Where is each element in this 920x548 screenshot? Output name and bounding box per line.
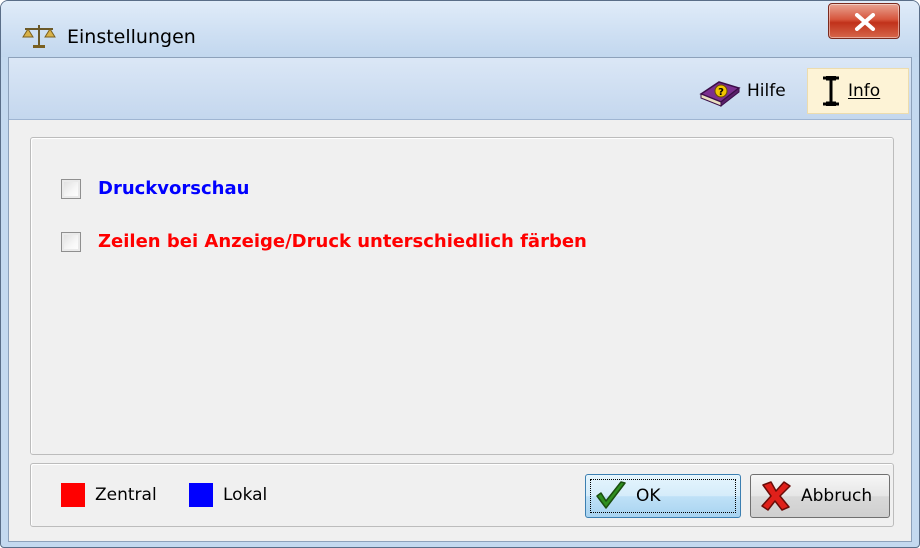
help-label: Hilfe — [747, 81, 786, 101]
close-button[interactable] — [828, 3, 900, 39]
ok-button[interactable]: OK — [585, 474, 741, 518]
cross-icon — [761, 481, 791, 511]
druckvorschau-label[interactable]: Druckvorschau — [98, 178, 249, 199]
focus-ring — [590, 479, 736, 513]
toolbar: ? Hilfe Info — [9, 58, 911, 120]
info-label: Info — [848, 81, 881, 101]
cancel-button[interactable]: Abbruch — [750, 474, 890, 518]
dialog-body: ? Hilfe Info Druckvorschau Zeilen bei An… — [8, 57, 912, 542]
cancel-label: Abbruch — [801, 486, 873, 506]
scales-icon — [21, 23, 57, 49]
druckvorschau-checkbox[interactable] — [61, 178, 81, 199]
svg-text:?: ? — [718, 87, 724, 98]
zeilen-faerben-label[interactable]: Zeilen bei Anzeige/Druck unterschiedlich… — [98, 231, 587, 252]
help-book-icon: ? — [699, 81, 741, 108]
info-button[interactable]: Info — [807, 68, 909, 114]
lokal-label: Lokal — [223, 485, 268, 505]
zentral-label: Zentral — [95, 485, 157, 505]
options-panel: Druckvorschau Zeilen bei Anzeige/Druck u… — [30, 137, 894, 455]
settings-window: Einstellungen ? Hilfe Info Druckvorschau… — [0, 0, 920, 548]
lokal-swatch — [189, 483, 213, 507]
cursor-info-icon — [823, 76, 839, 106]
footer-bar: Zentral Lokal OK Abbruch — [30, 463, 894, 527]
option-druckvorschau[interactable]: Druckvorschau — [61, 178, 249, 199]
option-zeilen-faerben[interactable]: Zeilen bei Anzeige/Druck unterschiedlich… — [61, 231, 587, 252]
help-button[interactable]: ? Hilfe — [697, 68, 805, 114]
close-icon — [855, 13, 875, 31]
zeilen-faerben-checkbox[interactable] — [61, 231, 81, 252]
legend-lokal: Lokal — [189, 483, 267, 507]
title-bar[interactable]: Einstellungen — [1, 1, 919, 57]
window-title: Einstellungen — [67, 26, 196, 48]
zentral-swatch — [61, 483, 85, 507]
legend-zentral: Zentral — [61, 483, 157, 507]
